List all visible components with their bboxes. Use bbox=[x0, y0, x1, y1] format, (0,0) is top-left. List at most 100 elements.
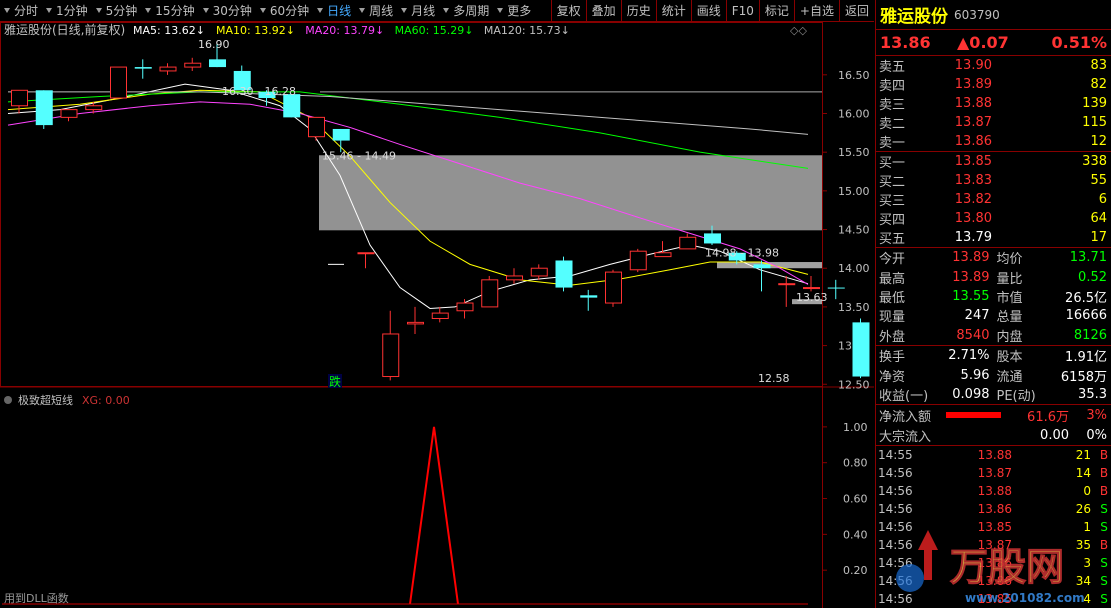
period-tab-4[interactable]: 30分钟 bbox=[199, 0, 256, 22]
sell-label: 卖一 bbox=[879, 136, 906, 151]
buy-price: 13.85 bbox=[954, 154, 992, 169]
candle-6[interactable] bbox=[159, 63, 177, 75]
period-tab-10[interactable]: 更多 bbox=[493, 0, 535, 22]
sell-row-2[interactable]: 卖三 13.88 139 bbox=[876, 94, 1111, 113]
ma-legend-2: MA20: 13.79↓ bbox=[305, 24, 384, 37]
period-tab-1[interactable]: 1分钟 bbox=[42, 0, 92, 22]
buy-row-0[interactable]: 买一 13.85 338 bbox=[876, 152, 1111, 171]
candle-25[interactable] bbox=[629, 248, 647, 273]
buy-row-4[interactable]: 买五 13.79 17 bbox=[876, 228, 1111, 247]
period-tab-9[interactable]: 多周期 bbox=[439, 0, 493, 22]
function-button-5[interactable]: F10 bbox=[725, 0, 759, 22]
candle-21[interactable] bbox=[530, 264, 548, 280]
candle-15[interactable] bbox=[382, 310, 400, 381]
function-button-4[interactable]: 画线 bbox=[690, 0, 726, 22]
diamond-icon[interactable]: ◇◇ bbox=[790, 24, 807, 37]
candle-24[interactable] bbox=[605, 269, 622, 307]
function-button-2[interactable]: 历史 bbox=[620, 0, 656, 22]
stats-key: 量比 bbox=[996, 271, 1023, 287]
buy-volume: 64 bbox=[1090, 211, 1107, 226]
sell-row-3[interactable]: 卖二 13.87 115 bbox=[876, 113, 1111, 132]
candle-5[interactable] bbox=[134, 59, 152, 79]
sell-row-4[interactable]: 卖一 13.86 12 bbox=[876, 132, 1111, 151]
stats-cell-2: 最高 13.89 bbox=[876, 267, 994, 287]
price-line: 13.86 ▲0.07 0.51% bbox=[876, 30, 1111, 56]
period-tab-8[interactable]: 月线 bbox=[397, 0, 439, 22]
candle-1[interactable] bbox=[35, 90, 53, 129]
period-tab-5[interactable]: 60分钟 bbox=[256, 0, 313, 22]
period-tab-0[interactable]: 分时 bbox=[0, 0, 42, 22]
function-button-7[interactable]: +自选 bbox=[793, 0, 839, 22]
tick-row: 14:55 13.88 21 B bbox=[876, 446, 1111, 464]
indicator-toggle-icon[interactable] bbox=[4, 396, 12, 404]
ind-tick-2: 0.60 bbox=[843, 493, 868, 506]
stats2-cell-3: 流通 6158万 bbox=[994, 365, 1111, 385]
sell-volume: 83 bbox=[1090, 58, 1107, 73]
price-change-pct: 0.51% bbox=[1051, 33, 1107, 52]
stats2-value: 1.91亿 bbox=[1065, 350, 1107, 366]
ind-tick-3: 0.40 bbox=[843, 528, 868, 541]
function-button-1[interactable]: 叠加 bbox=[585, 0, 621, 22]
candle-14[interactable] bbox=[357, 252, 375, 269]
tick-row: 14:56 13.86 26 S bbox=[876, 500, 1111, 518]
function-button-6[interactable]: 标记 bbox=[758, 0, 794, 22]
tick-side: B bbox=[1099, 484, 1109, 499]
candle-33[interactable] bbox=[827, 279, 845, 300]
candle-34[interactable] bbox=[852, 318, 870, 379]
function-button-3[interactable]: 统计 bbox=[655, 0, 691, 22]
period-tab-7[interactable]: 周线 bbox=[355, 0, 397, 22]
buy-row-2[interactable]: 买三 13.82 6 bbox=[876, 190, 1111, 209]
stats-key: 外盘 bbox=[879, 329, 906, 345]
flow-bar bbox=[946, 432, 1001, 438]
sell-label: 卖三 bbox=[879, 98, 906, 113]
candle-7[interactable] bbox=[184, 57, 202, 71]
y-tick-8: 12.50 bbox=[838, 378, 870, 391]
ma-legend-4: MA120: 15.73↓ bbox=[484, 24, 570, 37]
stats-cell-4: 最低 13.55 bbox=[876, 287, 994, 306]
candle-0[interactable] bbox=[11, 89, 28, 114]
sell-price: 13.89 bbox=[954, 77, 992, 92]
stats-cell-5: 市值 26.5亿 bbox=[994, 287, 1111, 306]
candle-27[interactable] bbox=[679, 233, 697, 250]
indicator-xg: XG: 0.00 bbox=[82, 394, 130, 407]
function-button-8[interactable]: 返回 bbox=[838, 0, 874, 22]
buy-row-3[interactable]: 买四 13.80 64 bbox=[876, 209, 1111, 228]
sell-order-book: 卖五 13.90 83 卖四 13.89 82 卖三 13.88 139 卖二 13.87 115 卖一… bbox=[876, 56, 1111, 152]
period-tab-2[interactable]: 5分钟 bbox=[92, 0, 142, 22]
candle-23[interactable] bbox=[580, 289, 598, 311]
flow-row-0: 净流入额 61.6万 3% bbox=[876, 405, 1111, 425]
stats-cell-8: 外盘 8540 bbox=[876, 326, 994, 345]
candle-30[interactable] bbox=[753, 260, 771, 292]
sell-volume: 12 bbox=[1090, 134, 1107, 149]
stats2-key: 收益(一) bbox=[879, 388, 929, 404]
y-tick-1: 16.00 bbox=[838, 107, 870, 120]
kline-chart[interactable]: 雅运股份(日线,前复权) MA5: 13.62↓ MA10: 13.92↓ MA20:… bbox=[0, 22, 874, 608]
candle-16[interactable] bbox=[407, 306, 424, 334]
flow-key: 大宗流入 bbox=[879, 429, 932, 445]
sell-row-1[interactable]: 卖四 13.89 82 bbox=[876, 75, 1111, 94]
sell-price: 13.88 bbox=[954, 96, 992, 111]
zone-0 bbox=[319, 155, 822, 231]
stats2-key: 净资 bbox=[879, 369, 906, 385]
candle-20[interactable] bbox=[506, 268, 523, 284]
candle-17[interactable] bbox=[431, 306, 449, 323]
flow-pct: 0% bbox=[1086, 427, 1107, 443]
sell-row-0[interactable]: 卖五 13.90 83 bbox=[876, 56, 1111, 75]
buy-row-1[interactable]: 买二 13.83 55 bbox=[876, 171, 1111, 190]
candle-4[interactable] bbox=[110, 66, 127, 99]
indicator-title[interactable]: 极致超短线 bbox=[18, 393, 73, 407]
stats-key: 最低 bbox=[879, 290, 906, 306]
candle-26[interactable] bbox=[654, 241, 672, 258]
candle-12[interactable] bbox=[308, 116, 325, 141]
stats2-value: 35.3 bbox=[1078, 386, 1107, 402]
candle-18[interactable] bbox=[456, 299, 474, 319]
stats2-key: 股本 bbox=[996, 350, 1023, 366]
period-tab-6[interactable]: 日线 bbox=[313, 0, 355, 22]
period-tab-3[interactable]: 15分钟 bbox=[141, 0, 198, 22]
function-button-0[interactable]: 复权 bbox=[550, 0, 586, 22]
candle-22[interactable] bbox=[555, 256, 573, 292]
buy-price: 13.80 bbox=[954, 211, 992, 226]
stats-value: 247 bbox=[964, 308, 990, 324]
candle-19[interactable] bbox=[481, 275, 499, 308]
candle-2[interactable] bbox=[60, 109, 78, 122]
